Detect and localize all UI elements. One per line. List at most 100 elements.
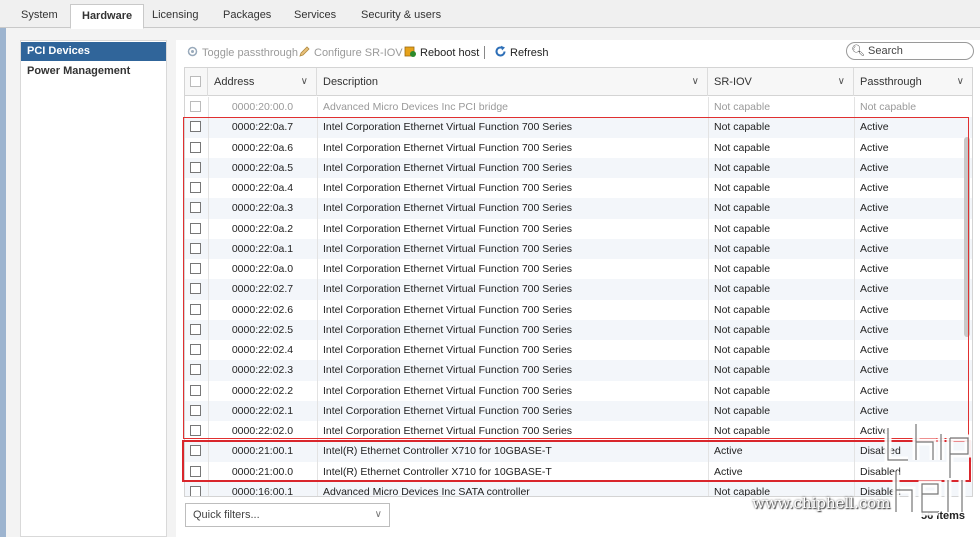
table-row[interactable]: 0000:20:00.0 Advanced Micro Devices Inc P… [185, 97, 972, 118]
row-checkbox[interactable] [190, 283, 201, 295]
column-divider [208, 218, 209, 239]
passthrough-cell: Not capable [860, 101, 917, 113]
quick-filters-select[interactable]: Quick filters... ∨ [185, 503, 390, 527]
column-header-address[interactable]: Address ∨ [208, 68, 317, 96]
toolbar-separator [484, 46, 485, 59]
configure-sriov-button[interactable]: Configure SR-IOV [298, 44, 403, 62]
column-divider [208, 299, 209, 320]
passthrough-cell: Active [860, 303, 889, 316]
table-row[interactable]: 0000:22:0a.0 Intel Corporation Ethernet V… [185, 259, 972, 280]
table-row[interactable]: 0000:21:00.0 Intel(R) Ethernet Controller… [185, 461, 972, 482]
row-checkbox[interactable] [190, 121, 201, 133]
row-checkbox[interactable] [190, 404, 201, 416]
column-divider [208, 238, 209, 259]
table-row[interactable]: 0000:22:02.0 Intel Corporation Ethernet V… [185, 421, 972, 442]
row-checkbox[interactable] [190, 323, 201, 335]
row-checkbox[interactable] [190, 141, 201, 153]
row-checkbox[interactable] [190, 161, 201, 173]
row-checkbox[interactable] [190, 202, 201, 214]
row-checkbox[interactable] [190, 485, 201, 496]
refresh-button[interactable]: Refresh [494, 44, 549, 62]
column-divider [854, 441, 855, 462]
column-divider [854, 117, 855, 138]
sriov-cell: Not capable [714, 263, 771, 275]
row-checkbox-cell [185, 381, 208, 401]
table-row[interactable]: 0000:22:02.6 Intel Corporation Ethernet V… [185, 299, 972, 320]
description-cell: Intel Corporation Ethernet Virtual Funct… [323, 425, 573, 437]
row-checkbox[interactable] [190, 344, 201, 355]
reboot-host-button[interactable]: Reboot host [404, 44, 479, 62]
tab-system[interactable]: System [10, 4, 69, 28]
row-checkbox[interactable] [190, 425, 201, 436]
address-cell: 0000:22:0a.2 [231, 222, 294, 235]
row-checkbox[interactable] [190, 242, 201, 254]
row-checkbox[interactable] [190, 222, 201, 234]
table-row[interactable]: 0000:22:02.7 Intel Corporation Ethernet V… [185, 279, 972, 300]
row-checkbox[interactable] [190, 101, 201, 112]
row-checkbox[interactable] [190, 465, 201, 477]
description-cell: Intel Corporation Ethernet Virtual Funct… [323, 141, 573, 154]
table-row[interactable]: 0000:22:0a.6 Intel Corporation Ethernet V… [185, 137, 972, 158]
table-row[interactable]: 0000:22:0a.7 Intel Corporation Ethernet V… [185, 117, 972, 138]
table-body: 0000:20:00.0 Advanced Micro Devices Inc P… [185, 97, 972, 496]
column-header-description[interactable]: Description ∨ [317, 68, 708, 96]
column-divider [208, 461, 209, 482]
sriov-cell: Not capable [714, 222, 771, 235]
vertical-scrollbar[interactable] [964, 137, 970, 337]
column-header-sriov[interactable]: SR-IOV ∨ [708, 68, 854, 96]
table-row[interactable]: 0000:22:0a.2 Intel Corporation Ethernet V… [185, 218, 972, 239]
column-divider [708, 157, 709, 178]
search-input[interactable]: 🔍︎ Search [846, 42, 974, 60]
table-row[interactable]: 0000:22:02.1 Intel Corporation Ethernet V… [185, 400, 972, 421]
address-cell: 0000:22:02.3 [231, 364, 294, 377]
search-icon: 🔍︎ [851, 45, 865, 57]
row-checkbox[interactable] [190, 263, 201, 274]
table-row[interactable]: 0000:22:02.5 Intel Corporation Ethernet V… [185, 319, 972, 340]
table-row[interactable]: 0000:22:02.4 Intel Corporation Ethernet V… [185, 340, 972, 361]
table-row[interactable]: 0000:22:0a.3 Intel Corporation Ethernet V… [185, 198, 972, 219]
chevron-down-icon[interactable]: ∨ [301, 68, 308, 96]
row-checkbox[interactable] [190, 445, 201, 457]
tab-licensing[interactable]: Licensing [141, 4, 209, 28]
column-divider [317, 481, 318, 496]
column-divider [317, 198, 318, 219]
sidebar-item-power-management[interactable]: Power Management [21, 62, 166, 81]
tab-services[interactable]: Services [283, 4, 347, 28]
column-divider [854, 259, 855, 280]
table-row[interactable]: 0000:22:02.2 Intel Corporation Ethernet V… [185, 380, 972, 401]
row-checkbox[interactable] [190, 384, 201, 396]
description-cell: Intel Corporation Ethernet Virtual Funct… [323, 202, 573, 215]
column-divider [708, 137, 709, 158]
configure-sriov-label: Configure SR-IOV [314, 47, 403, 59]
table-row[interactable]: 0000:22:0a.4 Intel Corporation Ethernet V… [185, 178, 972, 199]
column-header-passthrough[interactable]: Passthrough ∨ [854, 68, 972, 96]
select-all-checkbox[interactable] [190, 76, 201, 87]
table-row[interactable]: 0000:22:0a.5 Intel Corporation Ethernet V… [185, 157, 972, 178]
toggle-passthrough-button[interactable]: Toggle passthrough [186, 44, 298, 62]
row-checkbox[interactable] [190, 182, 201, 193]
column-divider [708, 400, 709, 421]
column-divider [708, 238, 709, 259]
table-row[interactable]: 0000:22:02.3 Intel Corporation Ethernet V… [185, 360, 972, 381]
column-divider [208, 97, 209, 118]
row-checkbox-cell [185, 360, 208, 380]
tab-packages[interactable]: Packages [212, 4, 282, 28]
tab-security-users[interactable]: Security & users [350, 4, 452, 28]
column-divider [708, 198, 709, 219]
tab-hardware[interactable]: Hardware [70, 4, 145, 29]
column-divider [317, 461, 318, 482]
row-checkbox[interactable] [190, 364, 201, 376]
passthrough-cell: Active [860, 121, 889, 134]
toolbar: Toggle passthrough Configure SR-IOV Rebo… [176, 40, 980, 66]
chevron-down-icon[interactable]: ∨ [838, 68, 845, 96]
sidebar-item-pci-devices[interactable]: PCI Devices [21, 42, 166, 61]
description-cell: Intel Corporation Ethernet Virtual Funct… [323, 263, 573, 275]
reboot-host-icon [404, 46, 416, 57]
row-checkbox[interactable] [190, 303, 201, 315]
table-row[interactable]: 0000:22:0a.1 Intel Corporation Ethernet V… [185, 238, 972, 259]
chevron-down-icon[interactable]: ∨ [957, 68, 964, 96]
column-divider [317, 97, 318, 118]
address-header-label: Address [214, 76, 255, 88]
table-row[interactable]: 0000:21:00.1 Intel(R) Ethernet Controller… [185, 441, 972, 462]
chevron-down-icon[interactable]: ∨ [692, 68, 699, 96]
